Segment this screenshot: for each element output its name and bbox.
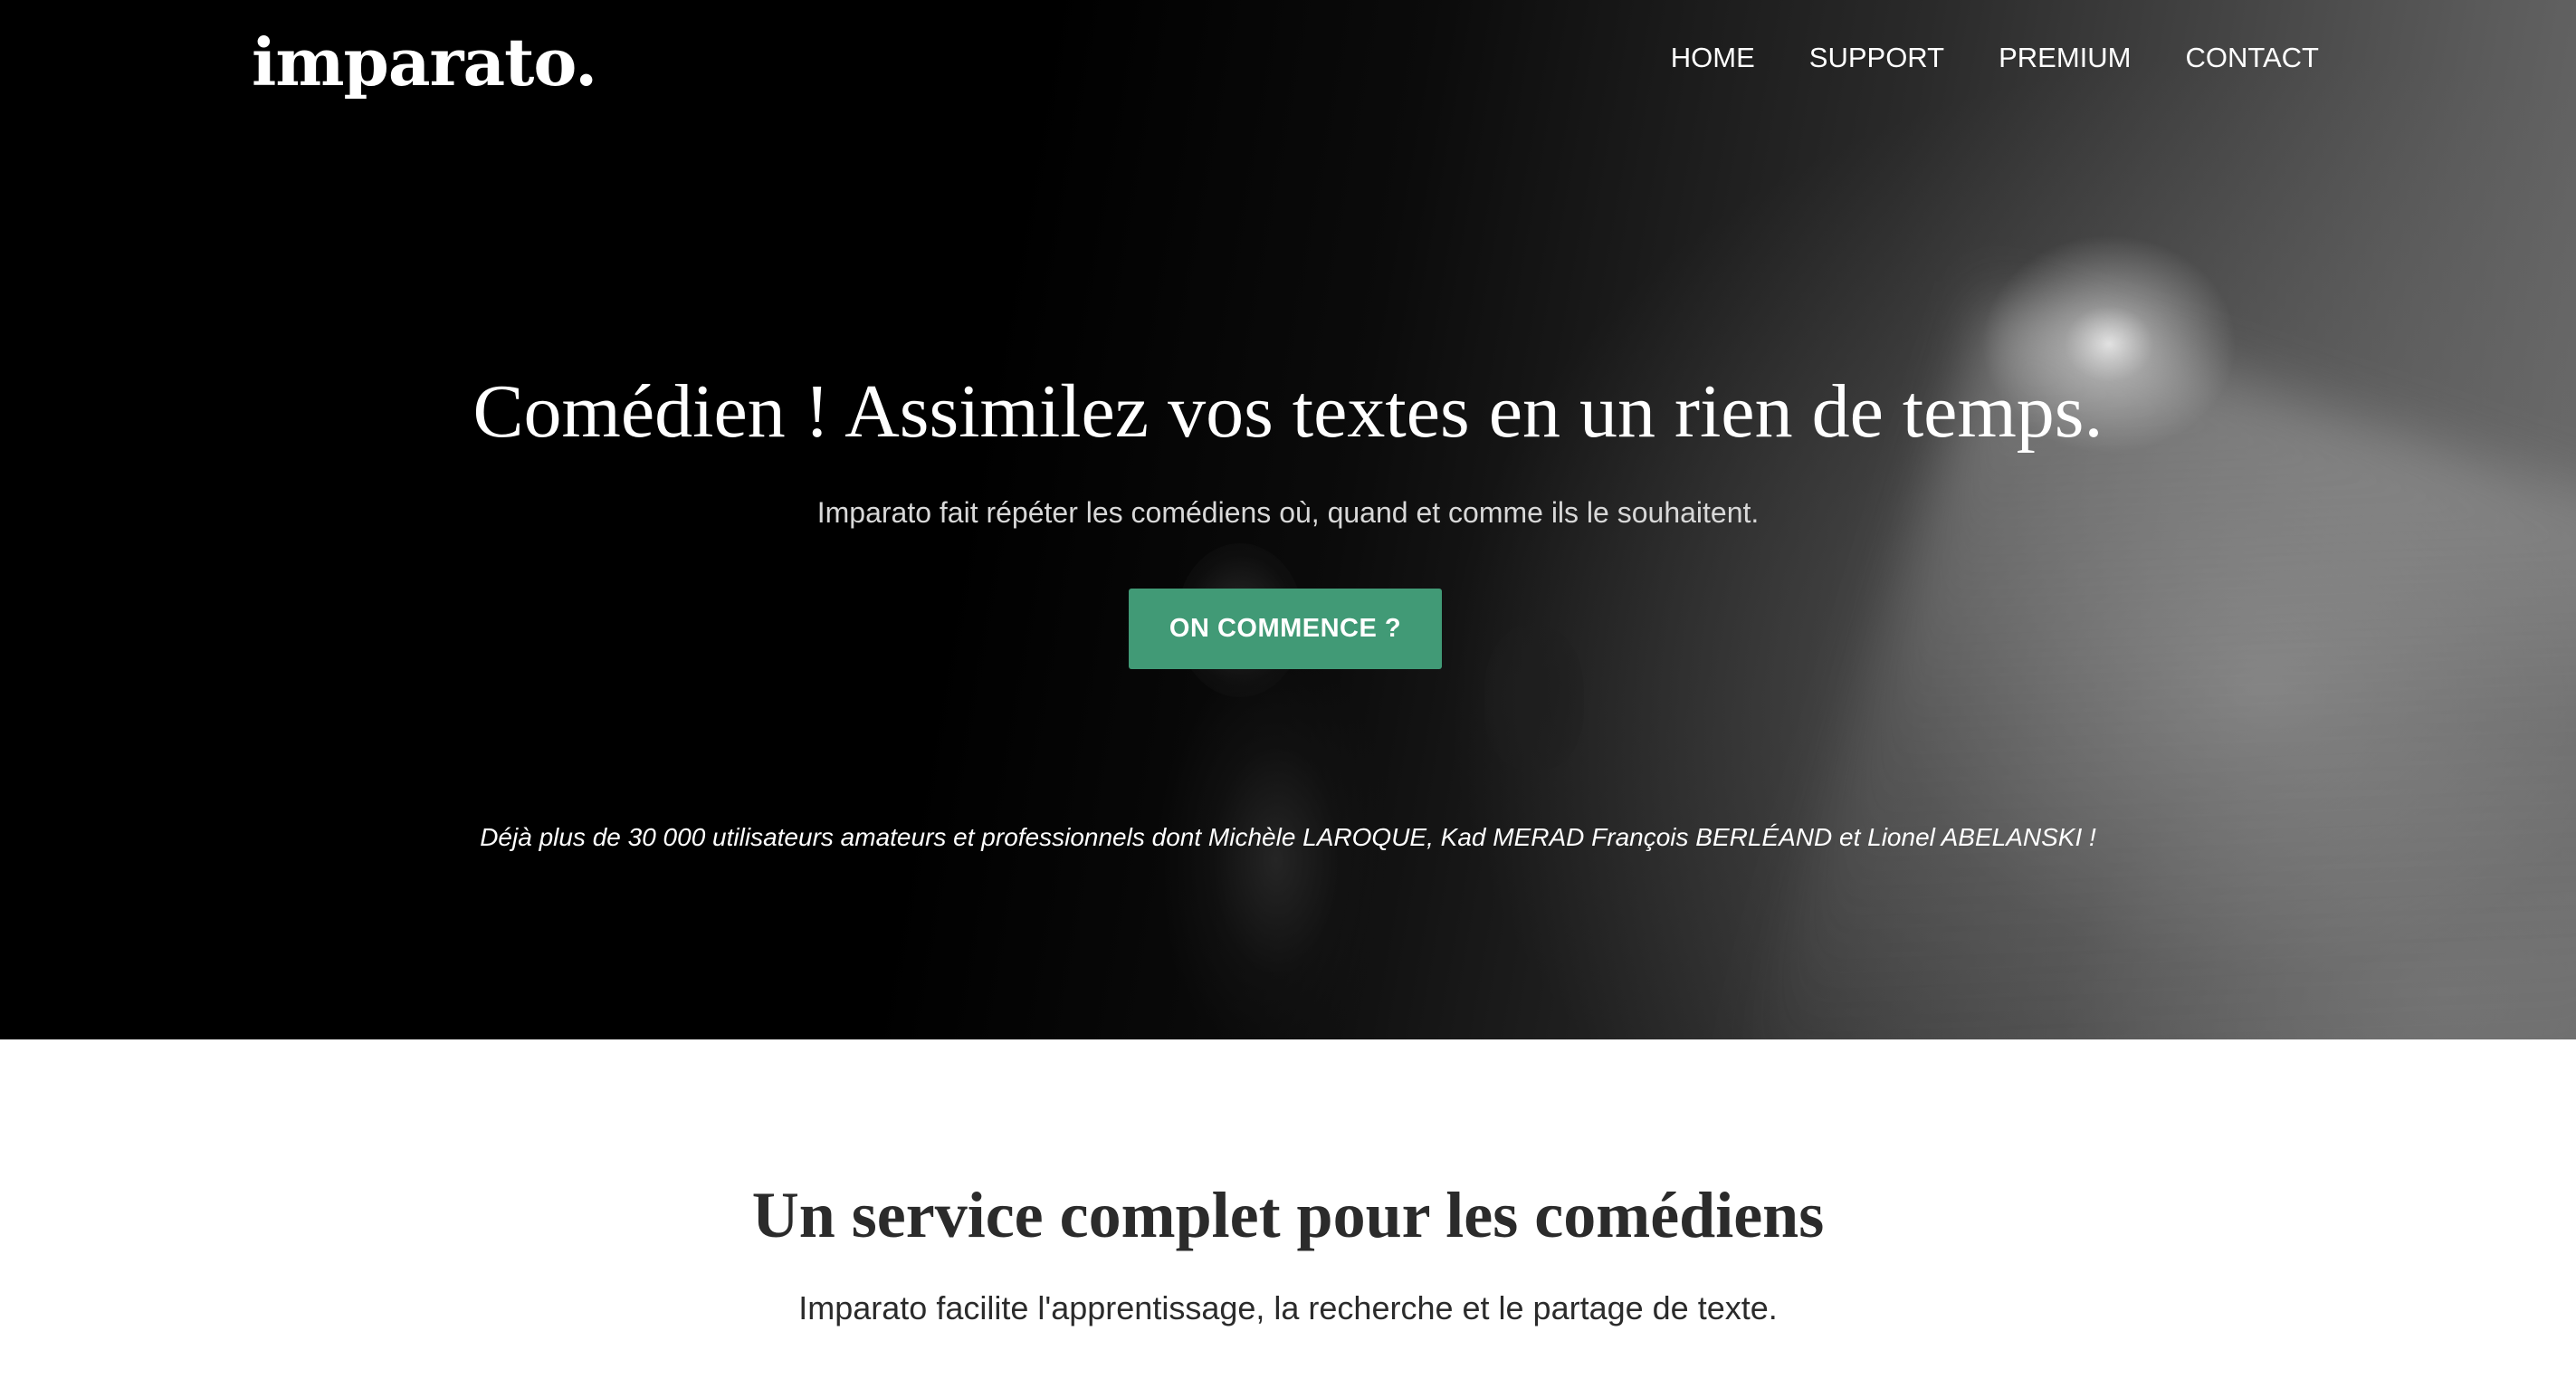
nav-item-support[interactable]: SUPPORT xyxy=(1809,40,1944,76)
service-subtitle: Imparato facilite l'apprentissage, la re… xyxy=(798,1289,1778,1326)
hero-subtitle: Imparato fait répéter les comédiens où, … xyxy=(816,496,1760,529)
hero-title: Comédien ! Assimilez vos textes en un ri… xyxy=(472,369,2104,454)
performer-silhouette-hand xyxy=(1484,625,1584,770)
main-nav: HOME SUPPORT PREMIUM CONTACT xyxy=(1671,40,2319,76)
start-button[interactable]: ON COMMENCE ? xyxy=(1129,589,1442,669)
hero-section: imparato. HOME SUPPORT PREMIUM CONTACT C… xyxy=(0,0,2576,1039)
nav-item-home[interactable]: HOME xyxy=(1671,40,1755,76)
service-section: Un service complet pour les comédiens Im… xyxy=(0,1039,2576,1398)
site-logo[interactable]: imparato. xyxy=(252,22,597,103)
nav-item-premium[interactable]: PREMIUM xyxy=(1999,40,2131,76)
service-title: Un service complet pour les comédiens xyxy=(751,1179,1825,1251)
users-testimonial-line: Déjà plus de 30 000 utilisateurs amateur… xyxy=(480,823,2096,851)
nav-item-contact[interactable]: CONTACT xyxy=(2185,40,2319,76)
